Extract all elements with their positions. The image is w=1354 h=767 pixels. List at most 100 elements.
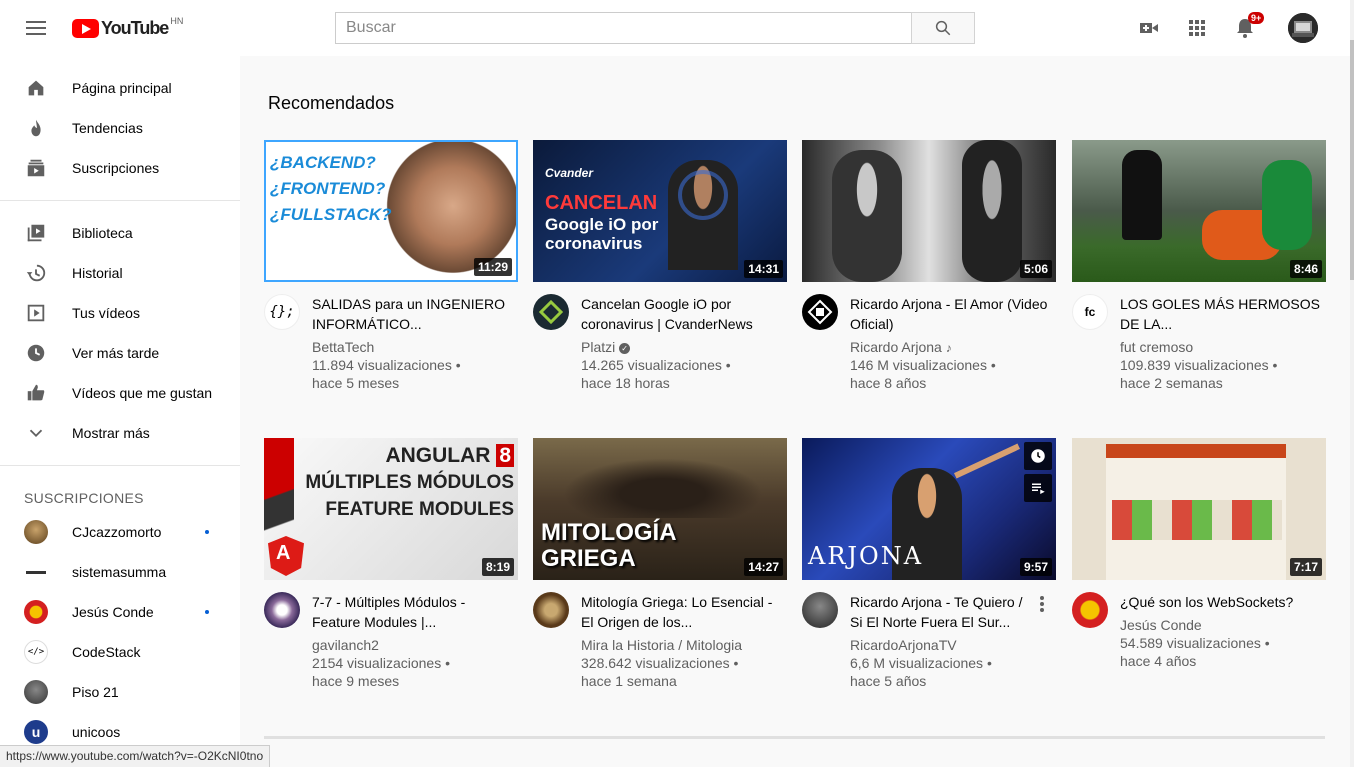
- channel-avatar[interactable]: [802, 294, 838, 330]
- youtube-logo[interactable]: YouTube HN: [72, 15, 184, 39]
- video-title[interactable]: Cancelan Google iO por coronavirus | Cva…: [581, 294, 781, 334]
- account-avatar[interactable]: [1288, 13, 1318, 43]
- subscription-item[interactable]: CJcazzomorto: [0, 512, 240, 552]
- video-title[interactable]: ¿Qué son los WebSockets?: [1120, 592, 1320, 612]
- video-title[interactable]: SALIDAS para un INGENIERO INFORMÁTICO...: [312, 294, 512, 334]
- search-button[interactable]: [911, 12, 975, 44]
- new-content-dot: [205, 530, 209, 534]
- section-title: Recomendados: [268, 93, 395, 113]
- video-thumbnail[interactable]: A ANGULAR 8 MÚLTIPLES MÓDULOS FEATURE MO…: [264, 438, 518, 580]
- channel-name[interactable]: fut cremoso: [1120, 338, 1193, 356]
- sidebar-item-label: Suscripciones: [72, 160, 160, 176]
- upload-age: hace 8 años: [850, 375, 927, 391]
- channel-avatar: [24, 520, 48, 544]
- video-thumbnail[interactable]: ARJONA 9:57: [802, 438, 1056, 580]
- video-card: ¿BACKEND? ¿FRONTEND? ¿FULLSTACK? 11:29 {};…: [264, 140, 518, 394]
- sidebar-item-trending[interactable]: Tendencias: [0, 108, 240, 148]
- channel-name[interactable]: BettaTech: [312, 338, 374, 356]
- queue-icon: [1032, 483, 1045, 494]
- sidebar-item-show-more[interactable]: Mostrar más: [0, 413, 240, 453]
- channel-avatar[interactable]: [533, 592, 569, 628]
- trending-icon: [24, 116, 48, 140]
- channel-avatar[interactable]: {};: [264, 294, 300, 330]
- subscription-name: Piso 21: [72, 684, 119, 700]
- channel-name[interactable]: gavilanch2: [312, 636, 379, 654]
- scrollbar-thumb[interactable]: [1350, 40, 1354, 280]
- upload-age: hace 5 meses: [312, 375, 400, 391]
- sidebar-item-liked-videos[interactable]: Vídeos que me gustan: [0, 373, 240, 413]
- view-count: 2154 visualizaciones •: [312, 655, 450, 671]
- sidebar-item-label: Vídeos que me gustan: [72, 385, 213, 401]
- channel-avatar[interactable]: fc: [1072, 294, 1108, 330]
- sidebar-item-history[interactable]: Historial: [0, 253, 240, 293]
- channel-name[interactable]: Ricardo Arjona ♪: [850, 338, 952, 357]
- sidebar-item-subscriptions[interactable]: Suscripciones: [0, 148, 240, 188]
- apps-icon[interactable]: [1185, 16, 1209, 40]
- watch-later-button[interactable]: [1024, 442, 1052, 470]
- channel-avatar[interactable]: [533, 294, 569, 330]
- video-thumbnail[interactable]: 8:46: [1072, 140, 1326, 282]
- channel-name[interactable]: RicardoArjonaTV: [850, 636, 957, 654]
- video-title[interactable]: 7-7 - Múltiples Módulos - Feature Module…: [312, 592, 512, 632]
- subscription-name: CJcazzomorto: [72, 524, 162, 540]
- video-card: 7:17 ¿Qué son los WebSockets? Jesús Cond…: [1072, 438, 1326, 692]
- video-title[interactable]: LOS GOLES MÁS HERMOSOS DE LA...: [1120, 294, 1320, 334]
- your-videos-icon: [24, 301, 48, 325]
- subscription-name: CodeStack: [72, 644, 141, 660]
- video-title[interactable]: Ricardo Arjona - Te Quiero / Si El Norte…: [850, 592, 1030, 632]
- sidebar: Página principal Tendencias Suscripcione…: [0, 56, 240, 767]
- sidebar-item-library[interactable]: Biblioteca: [0, 213, 240, 253]
- video-thumbnail[interactable]: ¿BACKEND? ¿FRONTEND? ¿FULLSTACK? 11:29: [264, 140, 518, 282]
- upload-age: hace 2 semanas: [1120, 375, 1223, 391]
- verified-badge-icon: ✓: [619, 342, 631, 354]
- upload-age: hace 9 meses: [312, 673, 400, 689]
- video-card: 8:46 fc LOS GOLES MÁS HERMOSOS DE LA... …: [1072, 140, 1326, 394]
- channel-avatar: [24, 600, 48, 624]
- like-icon: [24, 381, 48, 405]
- channel-avatar[interactable]: [802, 592, 838, 628]
- channel-name-text: Platzi: [581, 339, 616, 355]
- search-input[interactable]: [335, 12, 911, 44]
- video-duration: 9:57: [1019, 558, 1052, 576]
- channel-avatar[interactable]: [1072, 592, 1108, 628]
- upload-age: hace 1 semana: [581, 673, 677, 689]
- add-to-queue-button[interactable]: [1024, 474, 1052, 502]
- search-bar: [335, 12, 975, 44]
- music-note-icon: ♪: [945, 341, 952, 355]
- video-title[interactable]: Ricardo Arjona - El Amor (Video Oficial): [850, 294, 1050, 334]
- view-count: 146 M visualizaciones •: [850, 357, 996, 373]
- video-title[interactable]: Mitología Griega: Lo Esencial - El Orige…: [581, 592, 781, 632]
- channel-avatar[interactable]: [264, 592, 300, 628]
- hamburger-menu-icon[interactable]: [24, 18, 48, 38]
- video-duration: 14:27: [744, 558, 783, 576]
- video-thumbnail[interactable]: 5:06: [802, 140, 1056, 282]
- sidebar-item-label: Historial: [72, 265, 123, 281]
- upload-age: hace 18 horas: [581, 375, 670, 391]
- video-duration: 8:19: [481, 558, 514, 576]
- subscription-item[interactable]: sistemasumma: [0, 552, 240, 592]
- upload-age: hace 4 años: [1120, 653, 1197, 669]
- thumb-subtitle-2: FEATURE MODULES: [325, 499, 514, 520]
- sidebar-item-home[interactable]: Página principal: [0, 68, 240, 108]
- subscription-item[interactable]: </> CodeStack: [0, 632, 240, 672]
- subscriptions-heading: SUSCRIPCIONES: [24, 490, 144, 506]
- view-count: 328.642 visualizaciones •: [581, 655, 739, 671]
- video-thumbnail[interactable]: 7:17: [1072, 438, 1326, 580]
- video-card: ARJONA 9:57 Ricardo Arjona - Te Quiero /…: [802, 438, 1056, 692]
- video-duration: 8:46: [1289, 260, 1322, 278]
- sidebar-item-watch-later[interactable]: Ver más tarde: [0, 333, 240, 373]
- country-code: HN: [170, 15, 184, 26]
- more-options-icon[interactable]: [1040, 596, 1046, 614]
- create-video-icon[interactable]: [1137, 16, 1161, 40]
- video-thumbnail[interactable]: Cvander CANCELAN Google iO por coronaviru…: [533, 140, 787, 282]
- subscription-item[interactable]: Piso 21: [0, 672, 240, 712]
- channel-name[interactable]: Platzi ✓: [581, 338, 631, 356]
- sidebar-item-your-videos[interactable]: Tus vídeos: [0, 293, 240, 333]
- video-thumbnail[interactable]: MITOLOGÍA GRIEGA 14:27: [533, 438, 787, 580]
- subscription-item[interactable]: Jesús Conde: [0, 592, 240, 632]
- channel-name[interactable]: Jesús Conde: [1120, 616, 1202, 634]
- video-duration: 14:31: [744, 260, 783, 278]
- channel-name[interactable]: Mira la Historia / Mitologia: [581, 636, 742, 654]
- sidebar-item-label: Biblioteca: [72, 225, 133, 241]
- top-bar: YouTube HN 9+: [0, 0, 1354, 56]
